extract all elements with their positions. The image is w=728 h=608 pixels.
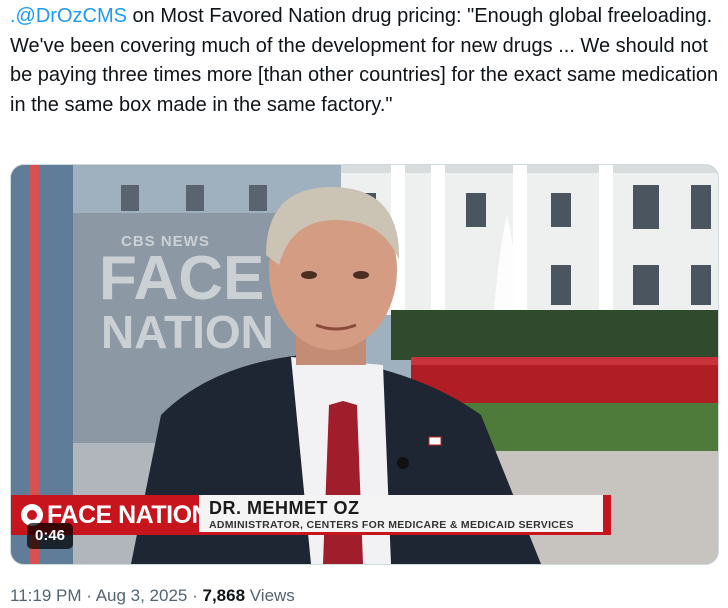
tweet-date[interactable]: Aug 3, 2025	[96, 586, 188, 605]
tweet-meta: 11:19 PM · Aug 3, 2025 · 7,868 Views	[10, 586, 295, 606]
video-duration-badge: 0:46	[27, 523, 74, 549]
tweet-text: .@DrOzCMS on Most Favored Nation drug pr…	[10, 2, 720, 120]
lower-third: FACE NATION DR. MEHMET OZ ADMINISTRATOR,…	[11, 495, 611, 535]
mention-link[interactable]: .@DrOzCMS	[10, 5, 127, 27]
tweet-time[interactable]: 11:19 PM	[10, 586, 82, 605]
lower-third-info: DR. MEHMET OZ ADMINISTRATOR, CENTERS FOR…	[199, 495, 603, 535]
meta-separator: ·	[81, 586, 96, 605]
meta-separator: ·	[187, 586, 203, 605]
speaker-title: ADMINISTRATOR, CENTERS FOR MEDICARE & ME…	[209, 519, 574, 531]
lower-third-edge	[603, 495, 611, 535]
speaker-name: DR. MEHMET OZ	[209, 498, 360, 518]
studio-logo: CBS NEWS FACE NATION	[81, 233, 281, 423]
views-label: Views	[245, 586, 295, 605]
views-count: 7,868	[202, 586, 246, 605]
studio-logo-face: FACE	[99, 244, 265, 313]
studio-logo-nation: NATION	[101, 306, 274, 358]
video-player[interactable]: CBS NEWS FACE NATION FACE NATION DR. MEH…	[10, 164, 719, 565]
